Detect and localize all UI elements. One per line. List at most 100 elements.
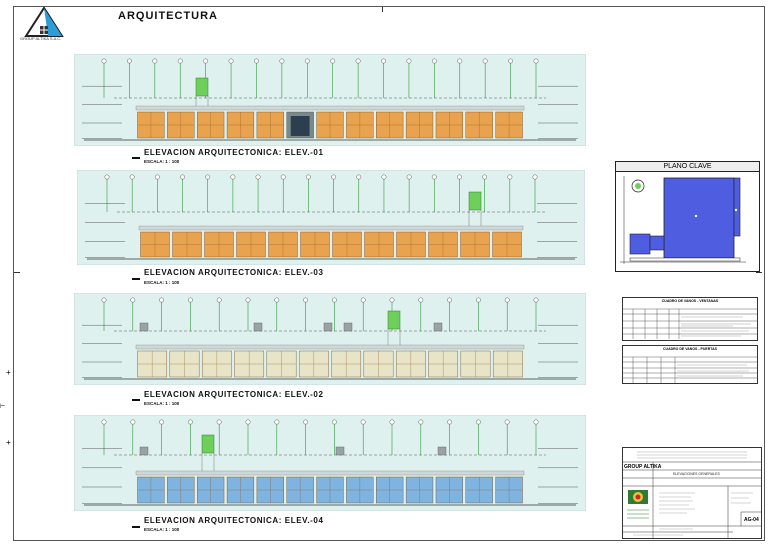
leader-bubble: [304, 58, 310, 64]
leader-bubble: [331, 174, 336, 180]
rooftop-unit: [343, 322, 353, 332]
roof-slab: [138, 225, 524, 231]
leader-bubble: [356, 174, 362, 180]
windows-schedule-table: CUADRO DE VANOS - VENTANAS: [622, 297, 758, 341]
leader-bubble: [508, 58, 513, 64]
elevation-title: ELEVACION ARQUITECTONICA: ELEV.-02: [144, 390, 324, 399]
elevation-title: ELEVACION ARQUITECTONICA: ELEV.-01: [144, 148, 324, 157]
leader-bubble: [130, 419, 136, 425]
leader-bubble: [303, 297, 309, 303]
leader-bubble: [381, 58, 386, 64]
leader-bubble: [360, 297, 366, 303]
leader-bubble: [101, 297, 107, 303]
rooftop-unit: [433, 322, 443, 332]
elevation-scale: ESCALA: 1 : 100: [144, 159, 180, 164]
leader-bubble: [475, 297, 481, 303]
water-tank: [195, 77, 209, 97]
leader-bubble: [245, 419, 251, 425]
leader-bubble: [331, 297, 337, 303]
leader-bubble: [475, 419, 481, 425]
leader-bubble: [230, 174, 236, 180]
leader-bubble: [533, 419, 539, 425]
leader-bubble: [104, 174, 110, 180]
leader-bubble: [507, 174, 513, 180]
title-block-project: ELEVACIONES GENERALES: [673, 472, 720, 476]
leader-bubble: [457, 174, 462, 180]
leader-bubble: [447, 297, 452, 303]
leader-bubble: [418, 419, 424, 425]
leader-bubble: [381, 174, 387, 180]
leader-bubble: [101, 419, 107, 425]
water-tank: [468, 191, 482, 211]
title-block: GROUP ALTIKA ELEVACIONES GENERALES AG-04: [622, 447, 762, 539]
rooftop-unit: [437, 446, 447, 456]
leader-bubble: [418, 297, 424, 303]
leader-bubble: [482, 174, 488, 180]
leader-bubble: [255, 174, 261, 180]
leader-bubble: [532, 174, 538, 180]
sheet-number: AG-04: [744, 517, 759, 523]
elevation-title: ELEVACION ARQUITECTONICA: ELEV.-04: [144, 516, 324, 525]
leader-bubble: [127, 58, 132, 64]
roof-slab: [135, 470, 525, 476]
rooftop-unit: [139, 446, 149, 456]
section-mark: ⊢: [0, 404, 6, 410]
elevation-marker: [132, 157, 140, 159]
leader-bubble: [274, 419, 280, 425]
leader-bubble: [188, 297, 193, 303]
rooftop-unit: [323, 322, 333, 332]
elevation-marker: [132, 278, 140, 280]
leader-bubble: [203, 58, 209, 64]
key-plan: PLANO CLAVE: [615, 161, 760, 272]
leader-bubble: [389, 419, 395, 425]
leader-bubble: [130, 297, 136, 303]
windows-table-grid: [623, 308, 757, 339]
leader-bubble: [533, 297, 539, 303]
leader-bubble: [406, 174, 412, 180]
leader-bubble: [245, 297, 251, 303]
leader-bubble: [152, 58, 158, 64]
elevation-drawing-04: [74, 415, 586, 511]
leader-bubble: [303, 419, 309, 425]
leader-bubble: [279, 58, 285, 64]
title-block-grid: [623, 451, 761, 538]
leader-bubble: [129, 174, 135, 180]
roof-slab: [135, 105, 525, 111]
elevation-marker: [132, 399, 140, 401]
leader-bubble: [360, 419, 366, 425]
rooftop-unit: [253, 322, 263, 332]
leader-bubble: [254, 58, 259, 64]
water-tank: [201, 434, 215, 454]
leader-bubble: [447, 419, 452, 425]
doors-table-title: CUADRO DE VANOS - PUERTAS: [663, 347, 717, 351]
leader-bubble: [188, 419, 193, 425]
page-title: ARQUITECTURA: [118, 10, 218, 22]
elevation-drawing-03: [77, 170, 585, 265]
leader-bubble: [431, 174, 437, 180]
leader-bubble: [533, 58, 539, 64]
leader-bubble: [280, 174, 286, 180]
leader-bubble: [504, 297, 510, 303]
doors-schedule-table: CUADRO DE VANOS - PUERTAS: [622, 345, 758, 384]
frame-tick-top: [382, 7, 383, 12]
leader-bubble: [331, 419, 337, 425]
leader-bubble: [159, 419, 165, 425]
frame-tick-right: [756, 272, 762, 273]
title-block-company: GROUP ALTIKA: [624, 464, 662, 470]
leader-bubble: [274, 297, 280, 303]
leader-bubble: [330, 58, 336, 64]
water-tank: [387, 310, 401, 330]
crosshair-icon: +: [6, 368, 11, 377]
key-plan-drawing: [620, 176, 746, 264]
leader-bubble: [355, 58, 361, 64]
company-logo-text: GROUP ALTIKA S.A.C.: [20, 36, 62, 41]
elevation-drawing-02: [74, 293, 586, 385]
leader-bubble: [216, 419, 222, 425]
leader-bubble: [159, 297, 165, 303]
leader-bubble: [389, 297, 395, 303]
rooftop-unit: [335, 446, 345, 456]
doors-table-grid: [623, 356, 757, 383]
rooftop-unit: [139, 322, 149, 332]
elevation-title: ELEVACION ARQUITECTONICA: ELEV.-03: [144, 268, 324, 277]
elevation-scale: ESCALA: 1 : 100: [144, 401, 180, 406]
